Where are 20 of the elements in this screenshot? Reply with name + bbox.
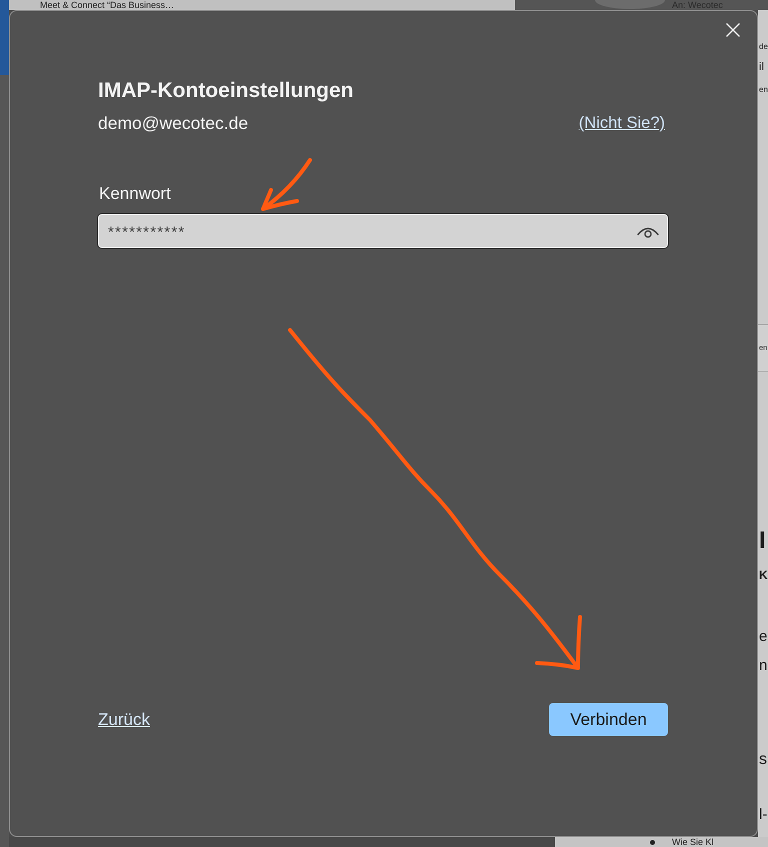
text-fragment: I [758, 526, 766, 556]
text-fragment: il [758, 60, 764, 74]
account-email: demo@wecotec.de [98, 112, 248, 134]
text-fragment: e [758, 627, 768, 647]
text-fragment: n [758, 656, 768, 676]
password-field[interactable]: *********** [98, 214, 668, 248]
connect-button[interactable]: Verbinden [549, 703, 668, 736]
list-item-text: Wie Sie Kl [672, 837, 714, 847]
text-fragment: en [758, 84, 768, 96]
not-you-link[interactable]: (Nicht Sie?) [578, 112, 665, 134]
text-fragment: de [758, 41, 768, 53]
text-fragment: l- [758, 805, 768, 825]
password-label: Kennwort [99, 184, 171, 204]
back-link[interactable]: Zurück [98, 710, 150, 730]
close-icon [726, 23, 740, 37]
bullet-icon [650, 840, 655, 844]
text-fragment: K [758, 567, 768, 584]
dialog-title: IMAP-Kontoeinstellungen [98, 79, 354, 103]
text-fragment: s [758, 750, 767, 770]
message-title: Meet & Connect “Das Business… [40, 0, 174, 10]
